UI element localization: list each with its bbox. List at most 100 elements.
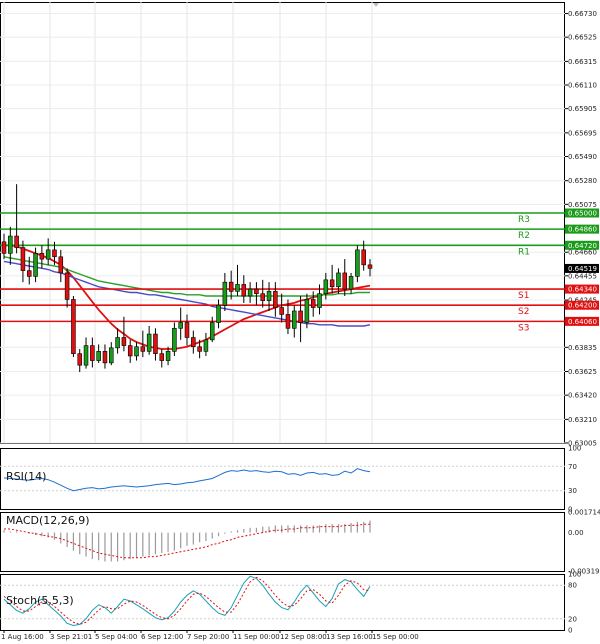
candle-body (90, 345, 95, 361)
candle-body (348, 276, 354, 290)
candle-body (134, 346, 139, 357)
level-price-label: 0.64720 (568, 242, 597, 250)
candle-body (336, 272, 341, 288)
candle-body (33, 253, 38, 277)
y-tick-label: 0.65280 (568, 177, 597, 185)
chart-shift-icon (373, 3, 379, 7)
level-name-r3: R3 (518, 215, 530, 225)
current-price-label: 0.64519 (568, 265, 597, 273)
candle-body (1, 241, 7, 254)
candle-body (298, 310, 303, 323)
rsi-tick-label: 70 (568, 463, 577, 471)
macd-tick-label: 0.00 (568, 529, 584, 537)
candle-body (14, 235, 19, 248)
rsi-panel: 10070300RSI(14) (0, 445, 581, 514)
candle-body (241, 284, 247, 297)
macd-panel: 0.0017140.00-0.003195MACD(12,26,9) (0, 509, 600, 576)
candle-body (292, 310, 297, 329)
y-tick-label: 0.64455 (568, 272, 597, 280)
y-tick-label: 0.65905 (568, 105, 597, 113)
candle-body (317, 293, 322, 308)
level-price-label: 0.64060 (568, 318, 597, 326)
candle-body (285, 314, 291, 329)
x-tick-label: 3 Sep 21:01 (50, 633, 92, 641)
rsi-tick-label: 100 (568, 445, 581, 453)
candle-body (102, 351, 108, 364)
candle-body (209, 322, 215, 341)
candle-body (121, 337, 127, 346)
y-tick-label: 0.63835 (568, 344, 597, 352)
candle-body (342, 272, 348, 290)
candle-body (329, 279, 335, 288)
y-tick-label: 0.63420 (568, 392, 597, 400)
level-price-label: 0.64860 (568, 226, 597, 234)
candle-body (222, 281, 228, 306)
candle-body (20, 247, 26, 271)
candle-body (191, 337, 196, 348)
candle-body (247, 288, 253, 297)
candle-body (115, 337, 120, 349)
level-price-label: 0.65000 (568, 209, 597, 217)
candle-body (260, 293, 265, 301)
level-name-s2: S2 (518, 307, 529, 317)
candle-body (109, 347, 114, 364)
candle-body (26, 270, 32, 277)
y-tick-label: 0.66315 (568, 58, 597, 66)
candle-body (172, 327, 177, 352)
level-name-r2: R2 (518, 231, 530, 241)
candle-body (361, 249, 366, 266)
price-panel: 0.66730 0.66525 0.66315 0.66110 0.65905 0.656… (0, 2, 599, 448)
candle-body (127, 345, 133, 357)
x-tick-label: 6 Sep 12:00 (141, 633, 183, 641)
candle-body (367, 264, 373, 269)
level-price-label: 0.64340 (568, 286, 597, 294)
candle-body (159, 353, 165, 361)
macd-label: MACD(12,26,9) (6, 514, 90, 527)
forex-chart-window: 0.66730 0.66525 0.66315 0.66110 0.65905 0.656… (0, 0, 600, 644)
y-tick-label: 0.66110 (568, 82, 597, 90)
x-tick-label: 7 Sep 20:00 (187, 633, 229, 641)
stoch-tick-label: 100 (568, 571, 581, 579)
stoch-tick-label: 0 (568, 627, 572, 635)
y-tick-label: 0.66525 (568, 34, 597, 42)
candle-body (273, 291, 278, 308)
level-price-label: 0.64200 (568, 302, 597, 310)
candle-body (235, 284, 240, 292)
candle-body (165, 351, 171, 361)
y-tick-label: 0.63210 (568, 416, 597, 424)
price-panel-frame (0, 2, 565, 444)
candle-body (178, 322, 183, 329)
level-name-r1: R1 (518, 247, 530, 257)
candle-body (45, 249, 51, 260)
candle-body (203, 339, 209, 352)
candle-body (355, 249, 360, 277)
stoch-tick-label: 20 (568, 615, 577, 623)
y-tick-label: 0.64660 (568, 249, 597, 257)
stoch-tick-label: 80 (568, 582, 577, 590)
candle-body (52, 249, 57, 258)
candle-body (140, 346, 146, 352)
candle-body (58, 256, 64, 274)
candle-body (71, 299, 76, 354)
candle-body (197, 346, 202, 352)
candle-body (304, 299, 310, 323)
x-tick-label: 11 Sep 00:00 (233, 633, 280, 641)
x-tick-label: 13 Sep 16:00 (326, 633, 373, 641)
x-tick-label: 5 Sep 04:00 (95, 633, 137, 641)
time-axis: 1 Aug 16:00 3 Sep 21:01 5 Sep 04:00 6 Sep 1… (1, 630, 419, 641)
candle-body (8, 235, 13, 254)
rsi-line (3, 468, 371, 492)
chart-canvas: 0.66730 0.66525 0.66315 0.66110 0.65905 0.656… (0, 2, 600, 641)
candle-body (266, 291, 272, 301)
candle-body (228, 281, 234, 292)
candle-body (39, 253, 45, 260)
candle-body (77, 353, 82, 366)
candle-body (146, 333, 152, 352)
candle-body (216, 304, 221, 323)
y-tick-label: 0.63625 (568, 368, 597, 376)
x-tick-label: 15 Sep 00:00 (372, 633, 419, 641)
y-tick-label: 0.65490 (568, 153, 597, 161)
candle-body (254, 288, 259, 294)
level-name-s3: S3 (518, 323, 529, 333)
x-tick-label: 12 Sep 08:00 (280, 633, 327, 641)
